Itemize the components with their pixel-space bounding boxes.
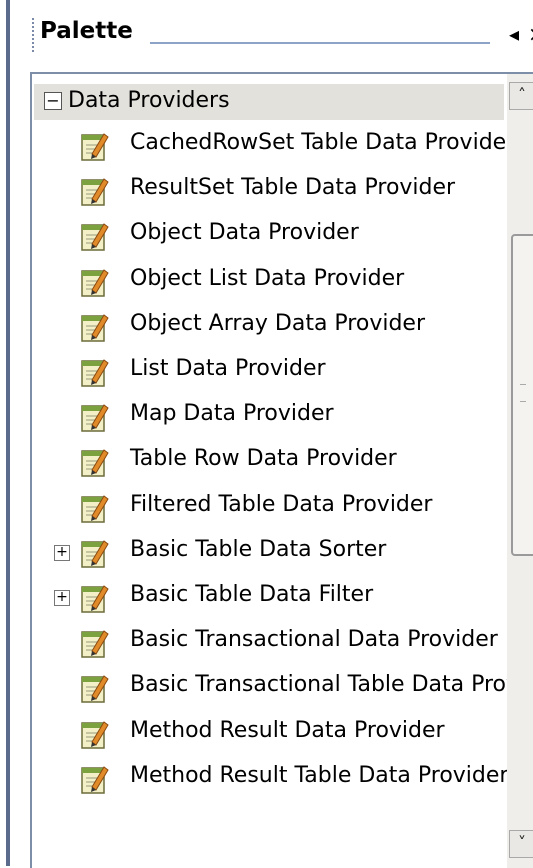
collapse-icon[interactable]: − (44, 92, 62, 110)
palette-item-label: Basic Table Data Filter (130, 582, 374, 607)
palette-item[interactable]: Basic Transactional Table Data Provid (32, 668, 533, 710)
palette-item[interactable]: Object Data Provider (32, 216, 512, 258)
palette-item-label: Basic Transactional Data Provider (130, 627, 498, 653)
scroll-up-button[interactable]: ˄ (509, 82, 533, 110)
palette-item-label: ResultSet Table Data Provider (130, 175, 456, 201)
palette-item[interactable]: + Basic Table Data Filter (32, 578, 512, 620)
edit-pencil-icon (80, 130, 110, 162)
edit-pencil-icon (80, 763, 110, 795)
palette-item-label: CachedRowSet Table Data Provider (130, 130, 516, 155)
edit-pencil-icon (80, 356, 110, 388)
palette-item[interactable]: List Data Provider (32, 352, 512, 394)
palette-item-label: Method Result Table Data Provider (130, 762, 509, 788)
palette-item[interactable]: ResultSet Table Data Provider (32, 171, 512, 213)
palette-item[interactable]: Map Data Provider (32, 397, 512, 439)
palette-item[interactable]: Object List Data Provider (32, 262, 512, 304)
palette-item[interactable]: + Basic Table Data Sorter (32, 533, 512, 575)
edit-pencil-icon (80, 627, 110, 659)
palette-item[interactable]: Basic Transactional Data Provider (32, 623, 512, 665)
palette-item-label: Object List Data Provider (130, 265, 405, 291)
edit-pencil-icon (80, 175, 110, 207)
palette-item-label: Object Data Provider (130, 220, 359, 246)
palette-item-label: Method Result Data Provider (130, 717, 445, 743)
edit-pencil-icon (80, 401, 110, 433)
palette-title: Palette (40, 18, 133, 44)
palette-item-label: Basic Table Data Sorter (130, 536, 387, 562)
scroll-down-button[interactable]: ˅ (509, 830, 533, 858)
palette-item-label: Object Array Data Provider (130, 310, 425, 336)
palette-item[interactable]: Table Row Data Provider (32, 442, 512, 484)
palette-panel: − Data Providers CachedRowSet Table Data… (30, 72, 533, 868)
category-label: Data Providers (68, 88, 230, 113)
palette-item[interactable]: CachedRowSet Table Data Provider (32, 126, 516, 168)
edit-pencil-icon (80, 582, 110, 614)
edit-pencil-icon (80, 718, 110, 750)
palette-item-label: Filtered Table Data Provider (130, 491, 433, 517)
edit-pencil-icon (80, 492, 110, 524)
edit-pencil-icon (80, 311, 110, 343)
edit-pencil-icon (80, 266, 110, 298)
palette-title-bar: Palette ◂ × (10, 0, 533, 60)
edit-pencil-icon (80, 537, 110, 569)
window-border (6, 0, 10, 866)
edit-pencil-icon (80, 672, 110, 704)
title-divider (150, 42, 490, 44)
palette-item[interactable]: Filtered Table Data Provider (32, 488, 512, 530)
vertical-scrollbar[interactable]: ˄ ˅ (507, 74, 533, 868)
palette-item-label: Table Row Data Provider (130, 446, 397, 472)
drag-grip-icon[interactable] (32, 18, 36, 52)
edit-pencil-icon (80, 220, 110, 252)
palette-item[interactable]: Method Result Table Data Provider (32, 759, 512, 801)
minimize-icon[interactable]: ◂ (504, 20, 524, 48)
scroll-grip-icon (520, 384, 526, 402)
palette-item[interactable]: Object Array Data Provider (32, 307, 512, 349)
palette-item-label: Basic Transactional Table Data Provid (130, 672, 533, 698)
expand-icon[interactable]: + (54, 590, 70, 606)
palette-item-label: List Data Provider (130, 356, 326, 381)
edit-pencil-icon (80, 446, 110, 478)
close-icon[interactable]: × (528, 20, 533, 48)
expand-icon[interactable]: + (54, 544, 70, 561)
palette-item[interactable]: Method Result Data Provider (32, 714, 512, 756)
palette-item-label: Map Data Provider (130, 401, 334, 427)
scroll-thumb[interactable] (511, 234, 533, 556)
category-data-providers[interactable]: − Data Providers (34, 84, 504, 120)
